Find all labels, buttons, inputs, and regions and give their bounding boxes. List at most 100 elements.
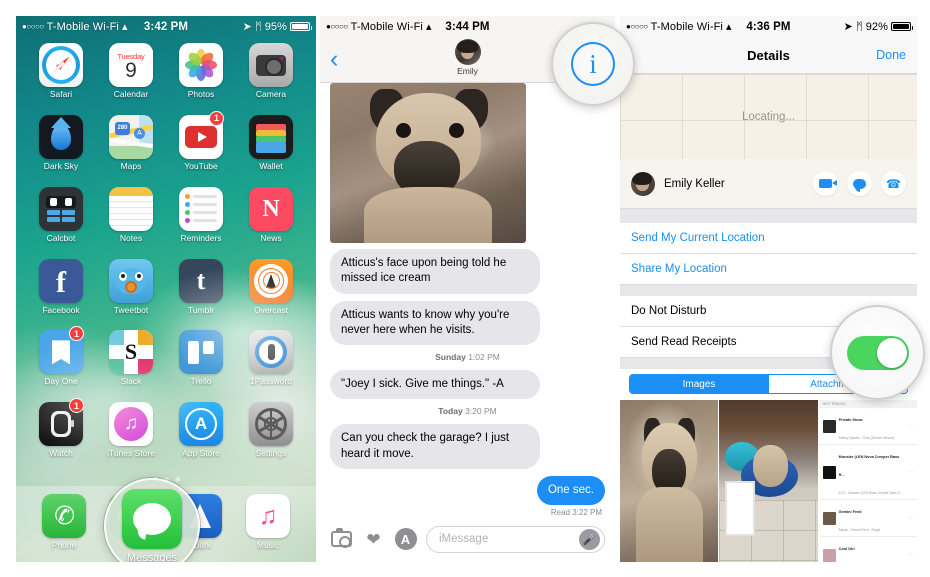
avatar bbox=[454, 39, 481, 65]
music-icon: ♫ bbox=[246, 494, 290, 538]
app-icon-itunes-store[interactable]: ♫ iTunes Store bbox=[96, 402, 166, 474]
message-bubble-incoming[interactable]: Atticus's face upon being told he missed… bbox=[326, 249, 540, 294]
message-icon[interactable] bbox=[847, 171, 872, 196]
do-not-disturb-label: Do Not Disturb bbox=[631, 305, 707, 317]
more-icon[interactable]: ⋯ bbox=[908, 552, 913, 558]
page-dot[interactable] bbox=[163, 477, 169, 482]
overcast-icon bbox=[249, 258, 293, 303]
app-icon-safari[interactable]: Safari bbox=[26, 43, 96, 115]
safari-icon bbox=[39, 43, 83, 87]
app-store-icon: A bbox=[179, 402, 223, 447]
app-icon-reminders[interactable]: Reminders bbox=[166, 186, 236, 259]
dock-label: Messages bbox=[112, 540, 152, 550]
track-row[interactable]: Cool Girl Tove Lo - Cool Girl - Single ⋯ bbox=[819, 537, 917, 562]
dock-item-messages[interactable]: Messages bbox=[110, 494, 154, 550]
more-icon[interactable]: ⋯ bbox=[908, 515, 913, 521]
app-icon-facebook[interactable]: f Facebook bbox=[26, 258, 96, 331]
dock-item-music[interactable]: ♫ Music bbox=[246, 494, 290, 550]
app-icon-settings[interactable]: Settings bbox=[236, 402, 306, 474]
location-services-icon: ➤ bbox=[242, 21, 252, 33]
message-photo-attachment[interactable] bbox=[330, 83, 526, 243]
app-icon-youtube[interactable]: 1 YouTube bbox=[166, 110, 236, 187]
app-icon-overcast[interactable]: Overcast bbox=[236, 258, 306, 331]
thumbnail-beat-bugs-screenshot[interactable]: beat bugs Exclusive Music + Videos HOT T… bbox=[818, 400, 917, 562]
dock-label: Spark bbox=[188, 540, 212, 550]
app-icon-calendar[interactable]: Tuesday 9 Calendar bbox=[96, 43, 166, 115]
done-button[interactable]: Done bbox=[876, 48, 906, 62]
thumbnail-pug-standing[interactable] bbox=[620, 400, 719, 562]
send-read-receipts-label: Send Read Receipts bbox=[631, 336, 737, 348]
dock-item-phone[interactable]: ✆ Phone bbox=[42, 494, 86, 550]
tab-images[interactable]: Images bbox=[630, 375, 768, 393]
message-thread[interactable]: Atticus's face upon being told he missed… bbox=[320, 83, 615, 516]
app-icon-trello[interactable]: Trello bbox=[166, 330, 236, 402]
app-icon-camera[interactable]: Camera bbox=[236, 43, 306, 115]
contact-row[interactable]: Emily Keller ☎ bbox=[620, 159, 917, 209]
page-title: Details bbox=[747, 47, 790, 63]
app-icon-tweetbot[interactable]: Tweetbot bbox=[96, 258, 166, 331]
thumbnail-pug-in-bowl[interactable] bbox=[719, 400, 818, 562]
app-icon-day-one[interactable]: 1 Day One bbox=[26, 326, 96, 402]
tweetbot-icon bbox=[109, 258, 153, 303]
status-bar-home: ●○○○○ T-Mobile Wi-Fi ▴ 3:42 PM ➤ ᛗ 95% bbox=[16, 16, 316, 37]
app-label: Tweetbot bbox=[113, 304, 149, 315]
phone-call-icon[interactable]: ☎ bbox=[881, 171, 906, 196]
facebook-icon: f bbox=[39, 258, 83, 303]
share-my-location-button[interactable]: Share My Location bbox=[620, 254, 917, 285]
screenshot-stage: ●○○○○ T-Mobile Wi-Fi ▴ 3:42 PM ➤ ᛗ 95% S… bbox=[0, 0, 930, 577]
track-row[interactable]: Gemini Feed Banks - Gemini Feed - Single… bbox=[818, 500, 917, 537]
app-label: App Store bbox=[182, 448, 220, 459]
send-current-location-button[interactable]: Send My Current Location bbox=[620, 223, 917, 254]
app-icon-1password[interactable]: 1Password bbox=[236, 330, 306, 402]
page-dot[interactable] bbox=[174, 477, 180, 482]
phone-panel-home: ●○○○○ T-Mobile Wi-Fi ▴ 3:42 PM ➤ ᛗ 95% S… bbox=[16, 16, 316, 562]
app-icon-wallet[interactable]: Wallet bbox=[236, 114, 306, 187]
camera-icon[interactable] bbox=[330, 528, 353, 551]
microphone-icon[interactable]: 🎤 bbox=[579, 528, 600, 550]
app-store-icon[interactable]: A bbox=[394, 528, 417, 551]
message-bubble-incoming[interactable]: Can you check the garage? I just heard i… bbox=[326, 424, 540, 469]
wallet-icon bbox=[249, 114, 293, 159]
message-bubble-outgoing[interactable]: One sec. bbox=[536, 475, 610, 506]
settings-icon bbox=[249, 402, 293, 447]
app-icon-calcbot[interactable]: Calcbot bbox=[26, 186, 96, 259]
app-icon-watch[interactable]: 1 Watch bbox=[26, 398, 96, 474]
dock-item-spark[interactable]: Spark bbox=[178, 494, 222, 550]
app-icon-dark-sky[interactable]: Dark Sky bbox=[26, 114, 96, 187]
message-row-outgoing: One sec. bbox=[330, 475, 610, 512]
map-status-label: Locating... bbox=[741, 110, 796, 123]
app-store-glyph: A bbox=[185, 408, 217, 441]
location-map[interactable]: Locating... bbox=[620, 74, 917, 159]
photos-icon bbox=[179, 43, 223, 87]
app-icon-app-store[interactable]: A App Store bbox=[166, 402, 236, 474]
video-call-icon[interactable] bbox=[813, 171, 838, 196]
more-icon[interactable]: ⋯ bbox=[908, 423, 913, 429]
info-icon[interactable]: i bbox=[571, 42, 615, 86]
app-icon-slack[interactable]: S Slack bbox=[96, 330, 166, 402]
app-icon-tumblr[interactable]: t Tumblr bbox=[166, 258, 236, 331]
app-icon-photos[interactable]: Photos bbox=[166, 43, 236, 115]
track-row[interactable]: Monster (LEN Nova Creeper Bass R... EXO … bbox=[818, 445, 917, 500]
more-icon[interactable]: ⋯ bbox=[908, 469, 913, 475]
reminders-icon bbox=[179, 186, 223, 231]
track-row[interactable]: Private Show Britney Spears - Glory (Del… bbox=[818, 408, 917, 445]
timestamp-time: 3:20 PM bbox=[465, 406, 497, 417]
app-icon-maps[interactable]: 280 A Maps bbox=[96, 114, 166, 187]
messages-icon bbox=[110, 494, 154, 538]
page-dot[interactable] bbox=[152, 477, 158, 482]
tumblr-glyph: t bbox=[196, 265, 206, 295]
imessage-input[interactable]: iMessage 🎤 bbox=[426, 525, 605, 553]
callout-info-button-highlight: i bbox=[551, 22, 635, 106]
app-label: News bbox=[260, 232, 282, 243]
app-icon-notes[interactable]: Notes bbox=[96, 186, 166, 259]
send-read-receipts-toggle-magnified[interactable] bbox=[846, 335, 909, 370]
app-label: Trello bbox=[190, 376, 212, 387]
app-icon-news[interactable]: N News bbox=[236, 186, 306, 259]
section-gap bbox=[620, 285, 917, 296]
message-bubble-incoming[interactable]: Atticus wants to know why you're never h… bbox=[326, 300, 540, 346]
callout-read-receipts-toggle-highlight bbox=[830, 305, 925, 400]
heart-icon[interactable]: ❤ bbox=[362, 528, 385, 551]
message-bubble-incoming[interactable]: "Joey I sick. Give me things." -A bbox=[326, 370, 540, 400]
carrier-label: T-Mobile Wi-Fi bbox=[350, 20, 423, 33]
app-label: Calcbot bbox=[46, 232, 76, 243]
